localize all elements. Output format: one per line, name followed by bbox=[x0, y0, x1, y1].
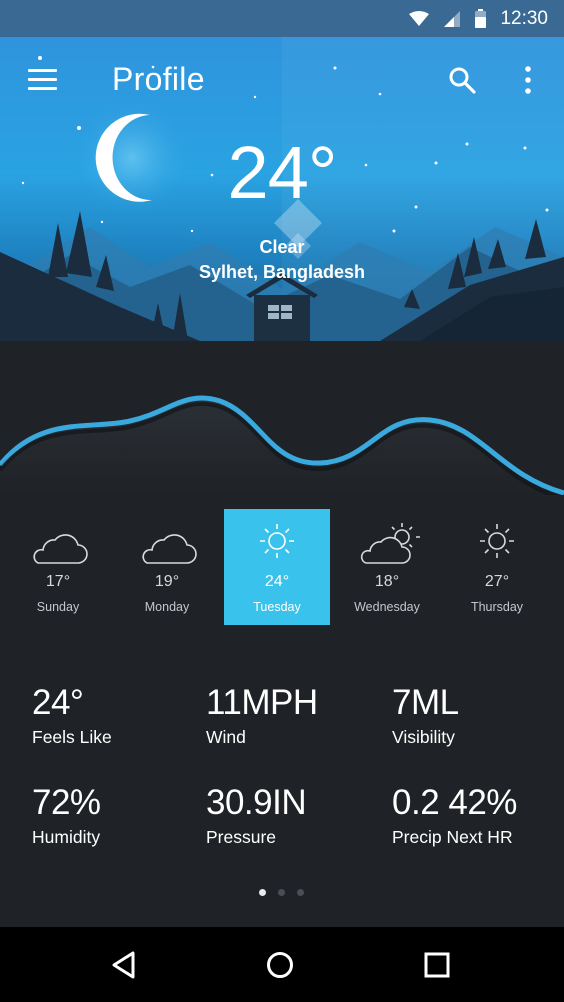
current-location: Sylhet, Bangladesh bbox=[198, 262, 366, 282]
stat-humidity: 72% Humidity bbox=[32, 783, 101, 848]
back-icon[interactable] bbox=[106, 947, 142, 983]
home-icon[interactable] bbox=[262, 947, 298, 983]
forecast-day-selected[interactable]: 24° Tuesday bbox=[224, 509, 330, 625]
search-icon[interactable] bbox=[448, 66, 476, 94]
stat-label: Feels Like bbox=[32, 727, 112, 747]
page-dot[interactable] bbox=[297, 889, 304, 896]
stat-value: 11MPH bbox=[206, 683, 318, 722]
forecast-day[interactable]: 27° Thursday bbox=[444, 509, 550, 625]
status-bar: 12:30 bbox=[0, 0, 564, 37]
cloud-icon bbox=[33, 534, 88, 564]
menu-icon[interactable] bbox=[28, 69, 58, 91]
current-condition: Clear bbox=[259, 237, 305, 257]
status-time: 12:30 bbox=[500, 7, 548, 29]
stat-visibility: 7ML Visibility bbox=[392, 683, 459, 748]
stat-label: Visibility bbox=[392, 727, 455, 747]
forecast-day-name: Sunday bbox=[36, 600, 80, 614]
forecast-day[interactable]: 19° Monday bbox=[114, 509, 220, 625]
stat-value: 72% bbox=[32, 783, 101, 822]
system-nav-bar bbox=[0, 927, 564, 1002]
sun-icon bbox=[260, 524, 294, 558]
page-title: Profile bbox=[112, 61, 205, 97]
sun-icon bbox=[480, 524, 514, 558]
current-temperature: 24° bbox=[227, 131, 338, 214]
stat-value: 30.9IN bbox=[206, 783, 307, 822]
stat-value: 24° bbox=[32, 683, 84, 722]
forecast-day[interactable]: 18° Wednesday bbox=[334, 509, 440, 625]
forecast-day-name: Thursday bbox=[470, 600, 524, 614]
stat-wind: 11MPH Wind bbox=[206, 683, 318, 748]
battery-icon bbox=[475, 9, 487, 28]
stat-label: Humidity bbox=[32, 827, 101, 847]
stat-label: Precip Next HR bbox=[392, 827, 513, 847]
forecast-strip: 17° Sunday 19° Monday 24° Tuesday 18° We… bbox=[0, 509, 564, 625]
signal-icon bbox=[444, 10, 461, 27]
forecast-temp: 19° bbox=[154, 573, 180, 590]
page-dot-active[interactable] bbox=[259, 889, 266, 896]
stat-label: Pressure bbox=[206, 827, 277, 847]
recents-icon[interactable] bbox=[419, 947, 455, 983]
forecast-day-name: Wednesday bbox=[354, 600, 420, 614]
partly-cloudy-icon bbox=[360, 523, 420, 564]
stat-value: 0.2 42% bbox=[392, 783, 517, 822]
more-vert-icon[interactable] bbox=[516, 65, 540, 95]
page-indicator[interactable] bbox=[259, 889, 304, 896]
stat-feels-like: 24° Feels Like bbox=[32, 683, 112, 748]
stat-pressure: 30.9IN Pressure bbox=[206, 783, 307, 848]
stat-label: Wind bbox=[206, 727, 246, 747]
forecast-temp: 18° bbox=[374, 573, 400, 590]
cloud-icon bbox=[142, 534, 197, 564]
forecast-day[interactable]: 17° Sunday bbox=[5, 509, 111, 625]
page-dot[interactable] bbox=[278, 889, 285, 896]
app-bar: Profile bbox=[0, 37, 564, 123]
forecast-temp: 27° bbox=[484, 573, 510, 590]
forecast-day-name: Monday bbox=[144, 600, 190, 614]
stat-precip: 0.2 42% Precip Next HR bbox=[392, 783, 517, 848]
temperature-wave-graph bbox=[0, 395, 564, 495]
forecast-temp: 24° bbox=[264, 573, 290, 590]
forecast-day-name: Tuesday bbox=[253, 600, 301, 614]
forecast-temp: 17° bbox=[45, 573, 71, 590]
stat-value: 7ML bbox=[392, 683, 459, 722]
wifi-icon bbox=[409, 10, 430, 26]
